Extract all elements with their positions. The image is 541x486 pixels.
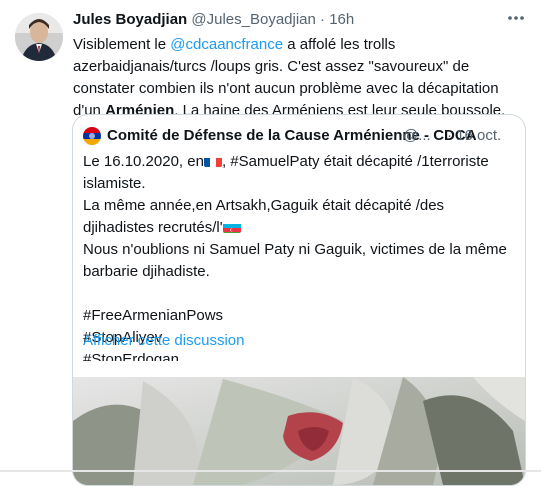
flag-france-icon bbox=[203, 155, 222, 167]
tweet-text: Visiblement le @cdcaancfrance a affolé l… bbox=[73, 34, 523, 122]
quoted-paragraph: Nous n'oublions ni Samuel Paty ni Gaguik… bbox=[83, 241, 507, 280]
more-options-icon[interactable] bbox=[505, 10, 527, 30]
quoted-text-part: Le 16.10.2020, en bbox=[83, 153, 204, 170]
quoted-text-part: l' bbox=[216, 219, 223, 236]
quoted-timestamp[interactable]: · 16 oct. bbox=[447, 127, 501, 144]
flag-azerbaijan-icon bbox=[222, 221, 241, 233]
tweet[interactable]: Jules Boyadjian @Jules_Boyadjian · 16h V… bbox=[0, 0, 541, 486]
quoted-avatar[interactable] bbox=[83, 127, 101, 145]
quoted-media-image[interactable] bbox=[73, 361, 525, 485]
quoted-paragraph: Le 16.10.2020, en, #SamuelPaty était déc… bbox=[83, 151, 513, 195]
separator-dot: · bbox=[320, 11, 326, 28]
quoted-tweet-header: Comité de Défense de la Cause Arménienne… bbox=[83, 127, 519, 147]
mention-link[interactable]: @cdcaancfrance bbox=[170, 36, 283, 53]
avatar[interactable] bbox=[15, 13, 63, 61]
tweet-text-part: Visiblement le bbox=[73, 36, 171, 53]
separator-dot: · bbox=[447, 127, 452, 144]
display-name[interactable]: Jules Boyadjian bbox=[73, 11, 187, 28]
hashtag-link[interactable]: #FreeArmenianPows bbox=[83, 305, 513, 327]
quoted-date: 16 oct. bbox=[456, 127, 502, 144]
timestamp[interactable]: 16h bbox=[329, 11, 354, 28]
user-handle[interactable]: @Jules_Boyadjian bbox=[191, 11, 315, 28]
quoted-text-part: La même année,en Artsakh,Gaguik était dé… bbox=[83, 197, 445, 236]
quoted-handle[interactable]: @... bbox=[403, 127, 431, 144]
show-thread-link[interactable]: Afficher cette discussion bbox=[83, 332, 244, 349]
tweet-header: Jules Boyadjian @Jules_Boyadjian · 16h bbox=[73, 11, 513, 33]
quoted-tweet[interactable]: Comité de Défense de la Cause Arménienne… bbox=[72, 114, 526, 486]
quoted-paragraph: La même année,en Artsakh,Gaguik était dé… bbox=[83, 195, 513, 239]
